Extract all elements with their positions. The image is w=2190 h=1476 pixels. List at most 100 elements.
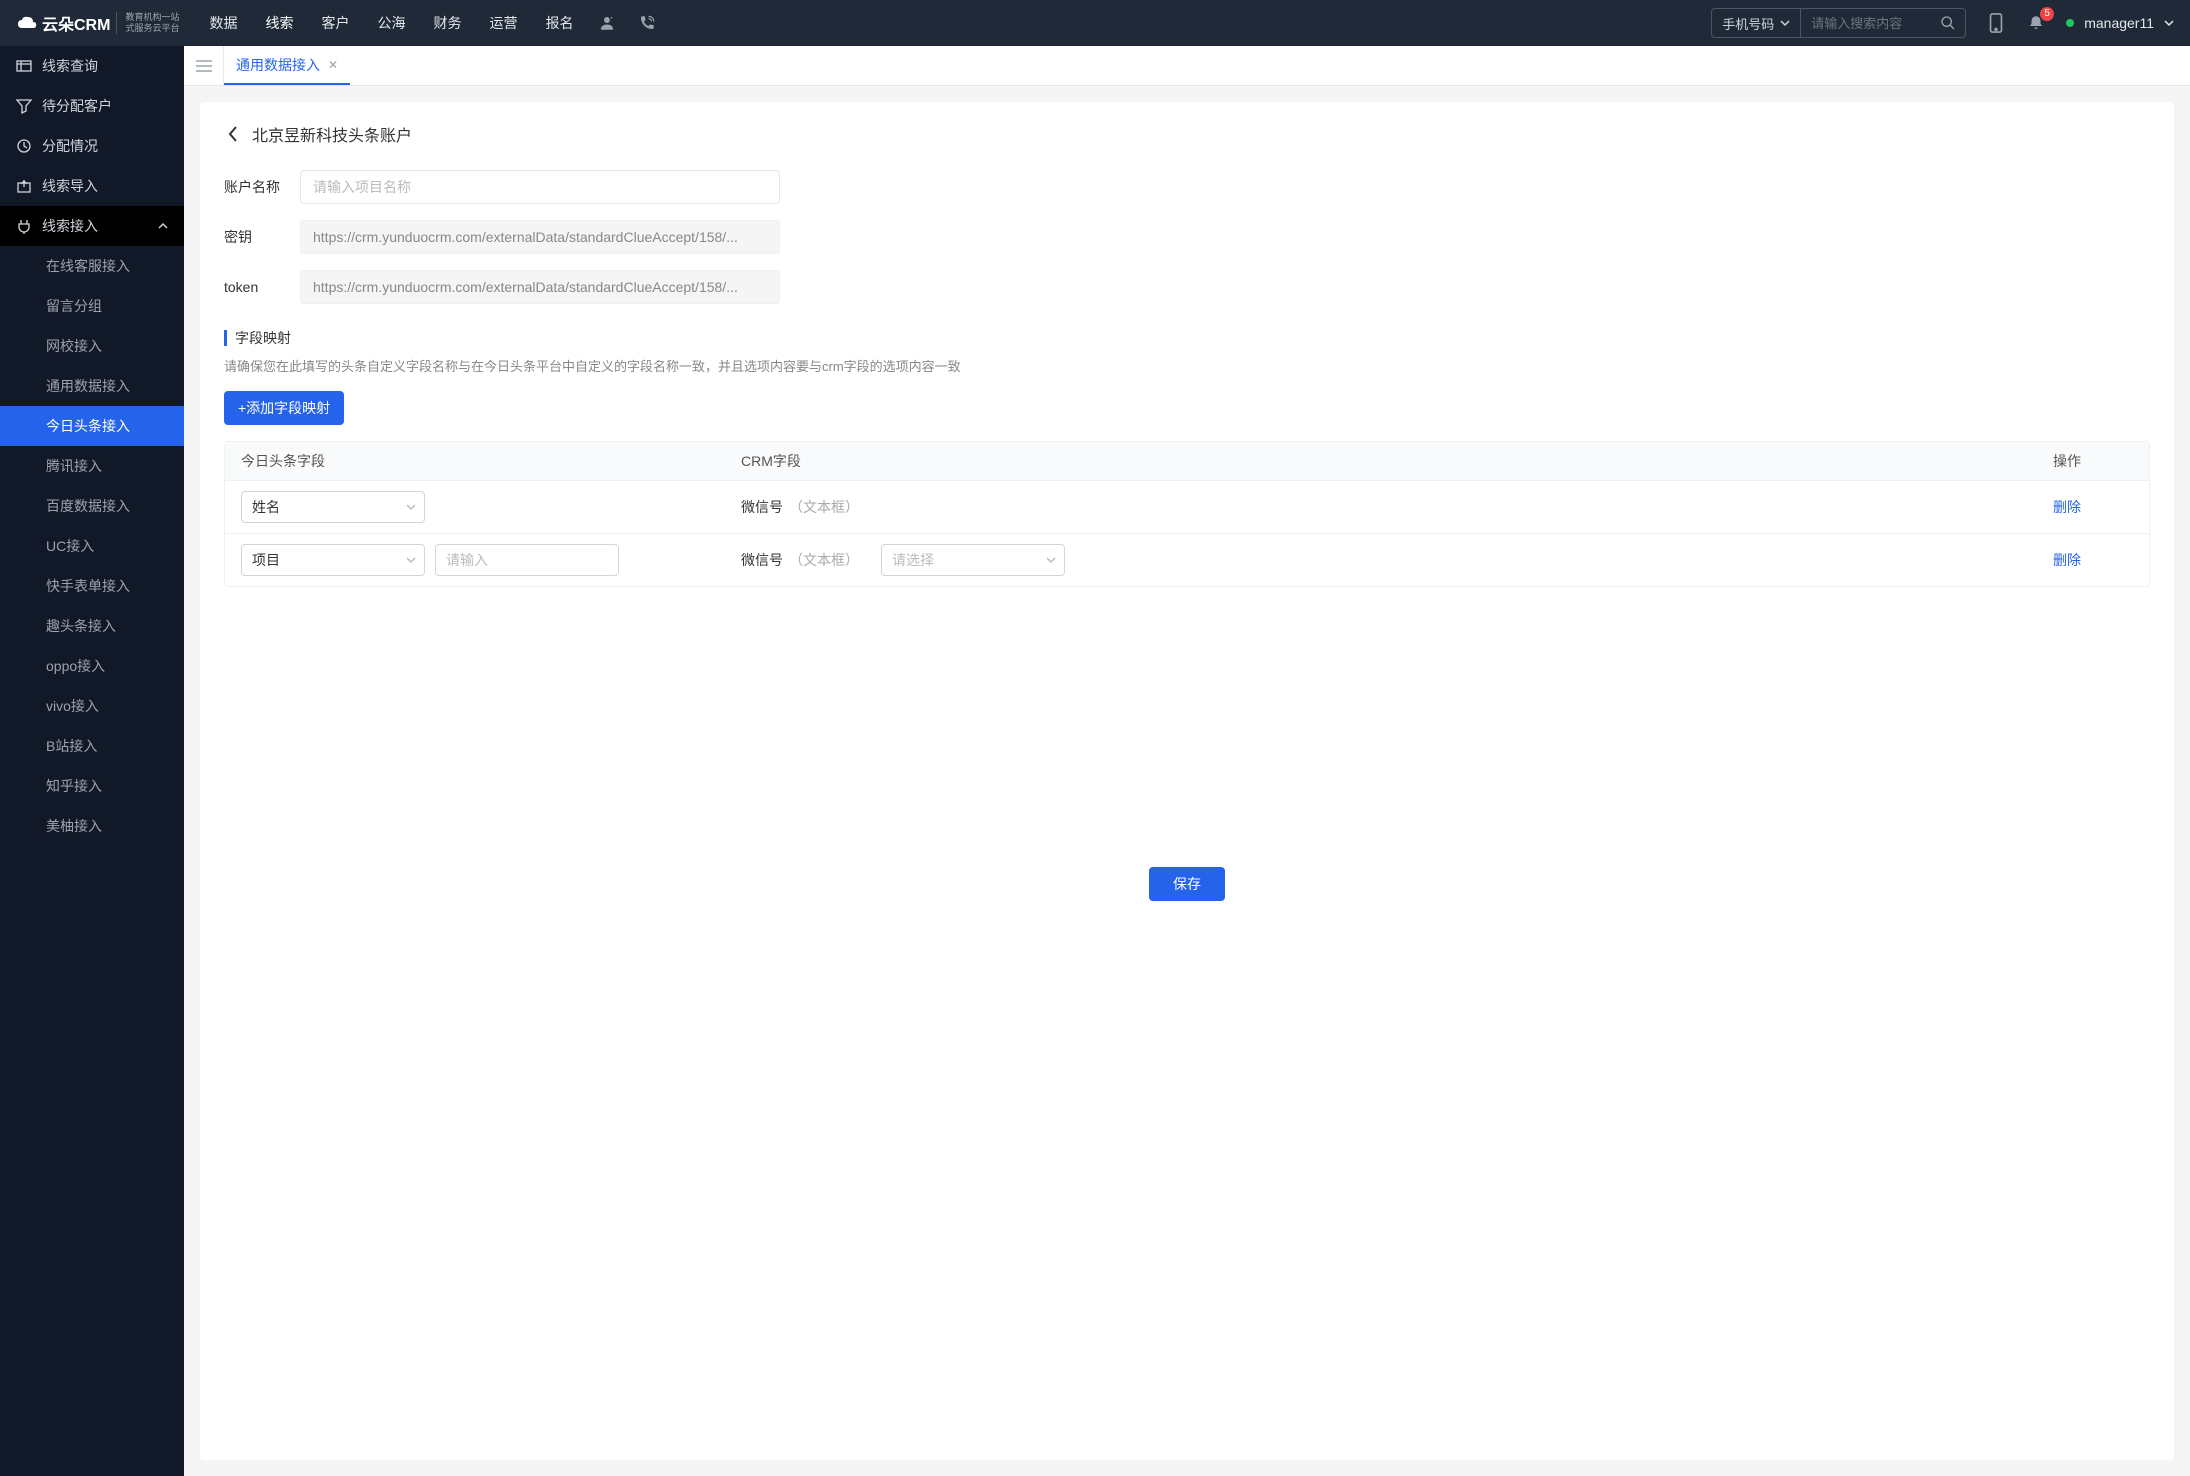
table-row: 项目 微信号 （文本框） 请选择 删除: [225, 533, 2149, 586]
search-box: 手机号码: [1711, 8, 1966, 38]
delete-row-link[interactable]: 删除: [2053, 499, 2081, 515]
sidebar-subitem[interactable]: 网校接入: [0, 326, 184, 366]
nav-item[interactable]: 运营: [489, 13, 517, 33]
sidebar-item[interactable]: 线索查询: [0, 46, 184, 86]
tab-generic-data[interactable]: 通用数据接入 ✕: [224, 46, 350, 85]
sidebar-subitem[interactable]: 百度数据接入: [0, 486, 184, 526]
page-title: 北京昱新科技头条账户: [252, 122, 412, 146]
toutiao-field-select[interactable]: 项目: [241, 544, 425, 576]
save-button[interactable]: 保存: [1149, 867, 1225, 901]
add-mapping-button[interactable]: +添加字段映射: [224, 391, 344, 425]
chevron-down-icon: [1046, 552, 1056, 568]
col-header-crm: CRM字段: [741, 451, 2053, 471]
chevron-down-icon: [2164, 18, 2174, 28]
top-header: 云朵CRM 教育机构一站 式服务云平台 数据 线索 客户 公海 财务 运营 报名 手机号码: [0, 0, 2190, 46]
logo-subtitle: 教育机构一站 式服务云平台: [116, 12, 179, 34]
section-accent-bar: [224, 330, 227, 346]
sidebar-item-label: 线索导入: [42, 176, 98, 196]
sidebar-subitem[interactable]: 快手表单接入: [0, 566, 184, 606]
delete-row-link[interactable]: 删除: [2053, 552, 2081, 568]
user-menu[interactable]: manager11: [2066, 15, 2174, 31]
sidebar-item-label: 线索接入: [42, 216, 98, 236]
sidebar-subitem[interactable]: 留言分组: [0, 286, 184, 326]
main-area: 通用数据接入 ✕ 北京昱新科技头条账户 账户名称: [184, 46, 2190, 1476]
sidebar-subitem[interactable]: 在线客服接入: [0, 246, 184, 286]
logo: 云朵CRM 教育机构一站 式服务云平台: [16, 11, 179, 35]
cloud-icon: [16, 15, 38, 31]
toutiao-field-select[interactable]: 姓名: [241, 491, 425, 523]
token-input[interactable]: [300, 270, 780, 304]
plug-icon: [16, 218, 32, 234]
mapping-table: 今日头条字段 CRM字段 操作 姓名微信号（文本框）删除项目微信号（文本框）请选…: [224, 441, 2150, 587]
page-card: 北京昱新科技头条账户 账户名称 密钥 token: [200, 102, 2174, 1460]
crm-field-type: （文本框）: [789, 497, 859, 517]
sidebar-subitem[interactable]: 趣头条接入: [0, 606, 184, 646]
col-header-toutiao: 今日头条字段: [241, 451, 741, 471]
search-icon: [1940, 15, 1956, 31]
search-input[interactable]: [1801, 16, 1931, 31]
top-nav: 数据 线索 客户 公海 财务 运营 报名: [209, 13, 573, 33]
collapse-sidebar-button[interactable]: [184, 46, 224, 85]
token-label: token: [224, 279, 300, 295]
nav-item[interactable]: 数据: [209, 13, 237, 33]
header-icon-group: [597, 13, 657, 33]
sidebar: 线索查询待分配客户分配情况线索导入线索接入在线客服接入留言分组网校接入通用数据接…: [0, 46, 184, 1476]
search-button[interactable]: [1931, 9, 1965, 37]
back-button[interactable]: [224, 125, 242, 143]
sidebar-icon: [16, 98, 32, 114]
sidebar-item-label: 线索查询: [42, 56, 98, 76]
logo-mark: 云朵CRM: [16, 11, 110, 35]
secret-input[interactable]: [300, 220, 780, 254]
col-header-action: 操作: [2053, 451, 2133, 471]
bell-icon[interactable]: 5: [2026, 13, 2046, 33]
sidebar-item[interactable]: 分配情况: [0, 126, 184, 166]
nav-item[interactable]: 财务: [433, 13, 461, 33]
account-name-label: 账户名称: [224, 177, 300, 197]
notification-badge: 5: [2040, 7, 2054, 21]
search-type-select[interactable]: 手机号码: [1712, 9, 1801, 37]
crm-field-name: 微信号: [741, 550, 783, 570]
mobile-icon[interactable]: [1986, 13, 2006, 33]
sidebar-subitem[interactable]: UC接入: [0, 526, 184, 566]
sidebar-subitem[interactable]: 通用数据接入: [0, 366, 184, 406]
sidebar-icon: [16, 58, 32, 74]
section-hint: 请确保您在此填写的头条自定义字段名称与在今日头条平台中自定义的字段名称一致，并且…: [224, 356, 2150, 375]
nav-item[interactable]: 报名: [545, 13, 573, 33]
crm-field-type: （文本框）: [789, 550, 859, 570]
sidebar-subitem[interactable]: 美柚接入: [0, 806, 184, 846]
sidebar-subitem[interactable]: oppo接入: [0, 646, 184, 686]
crm-field-name: 微信号: [741, 497, 783, 517]
sidebar-item[interactable]: 待分配客户: [0, 86, 184, 126]
user-name: manager11: [2084, 15, 2154, 31]
phone-icon[interactable]: [637, 13, 657, 33]
section-title: 字段映射: [235, 328, 291, 348]
nav-item[interactable]: 公海: [377, 13, 405, 33]
sidebar-group-integration[interactable]: 线索接入: [0, 206, 184, 246]
sidebar-subitem[interactable]: vivo接入: [0, 686, 184, 726]
user-add-icon[interactable]: [597, 13, 617, 33]
sidebar-subitem[interactable]: 今日头条接入: [0, 406, 184, 446]
account-name-input[interactable]: [300, 170, 780, 204]
sidebar-item-label: 待分配客户: [42, 96, 112, 116]
chevron-down-icon: [406, 552, 416, 568]
nav-item[interactable]: 客户: [321, 13, 349, 33]
toutiao-field-input[interactable]: [435, 544, 619, 576]
table-row: 姓名 微信号 （文本框） 删除: [225, 480, 2149, 533]
sidebar-subitem[interactable]: 腾讯接入: [0, 446, 184, 486]
close-icon[interactable]: ✕: [328, 58, 338, 72]
secret-label: 密钥: [224, 227, 300, 247]
sidebar-item-label: 分配情况: [42, 136, 98, 156]
tabs-bar: 通用数据接入 ✕: [184, 46, 2190, 86]
chevron-down-icon: [406, 499, 416, 515]
sidebar-subitem[interactable]: B站接入: [0, 726, 184, 766]
tab-label: 通用数据接入: [236, 55, 320, 75]
nav-item[interactable]: 线索: [265, 13, 293, 33]
menu-collapse-icon: [196, 59, 212, 73]
crm-field-select[interactable]: 请选择: [881, 544, 1065, 576]
sidebar-subitem[interactable]: 知乎接入: [0, 766, 184, 806]
status-dot-icon: [2066, 19, 2074, 27]
table-header: 今日头条字段 CRM字段 操作: [225, 442, 2149, 480]
sidebar-item[interactable]: 线索导入: [0, 166, 184, 206]
search-type-label: 手机号码: [1722, 14, 1774, 33]
chevron-up-icon: [158, 218, 168, 234]
